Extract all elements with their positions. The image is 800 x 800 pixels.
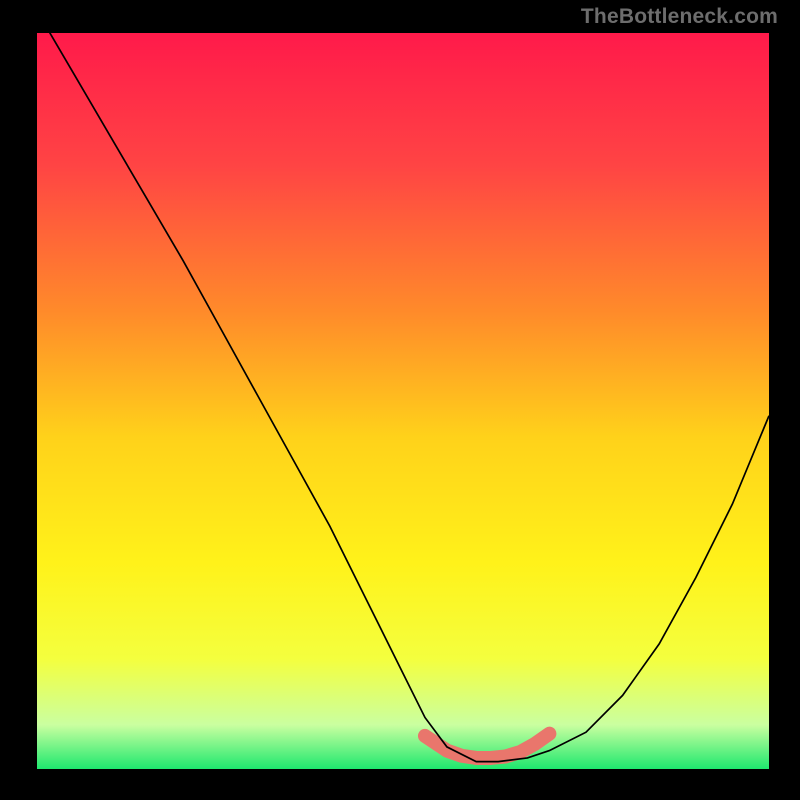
- chart-plot-area: [37, 33, 769, 769]
- chart-frame: TheBottleneck.com: [0, 0, 800, 800]
- chart-background: [37, 33, 769, 769]
- watermark-text: TheBottleneck.com: [581, 6, 778, 27]
- chart-svg: [37, 33, 769, 769]
